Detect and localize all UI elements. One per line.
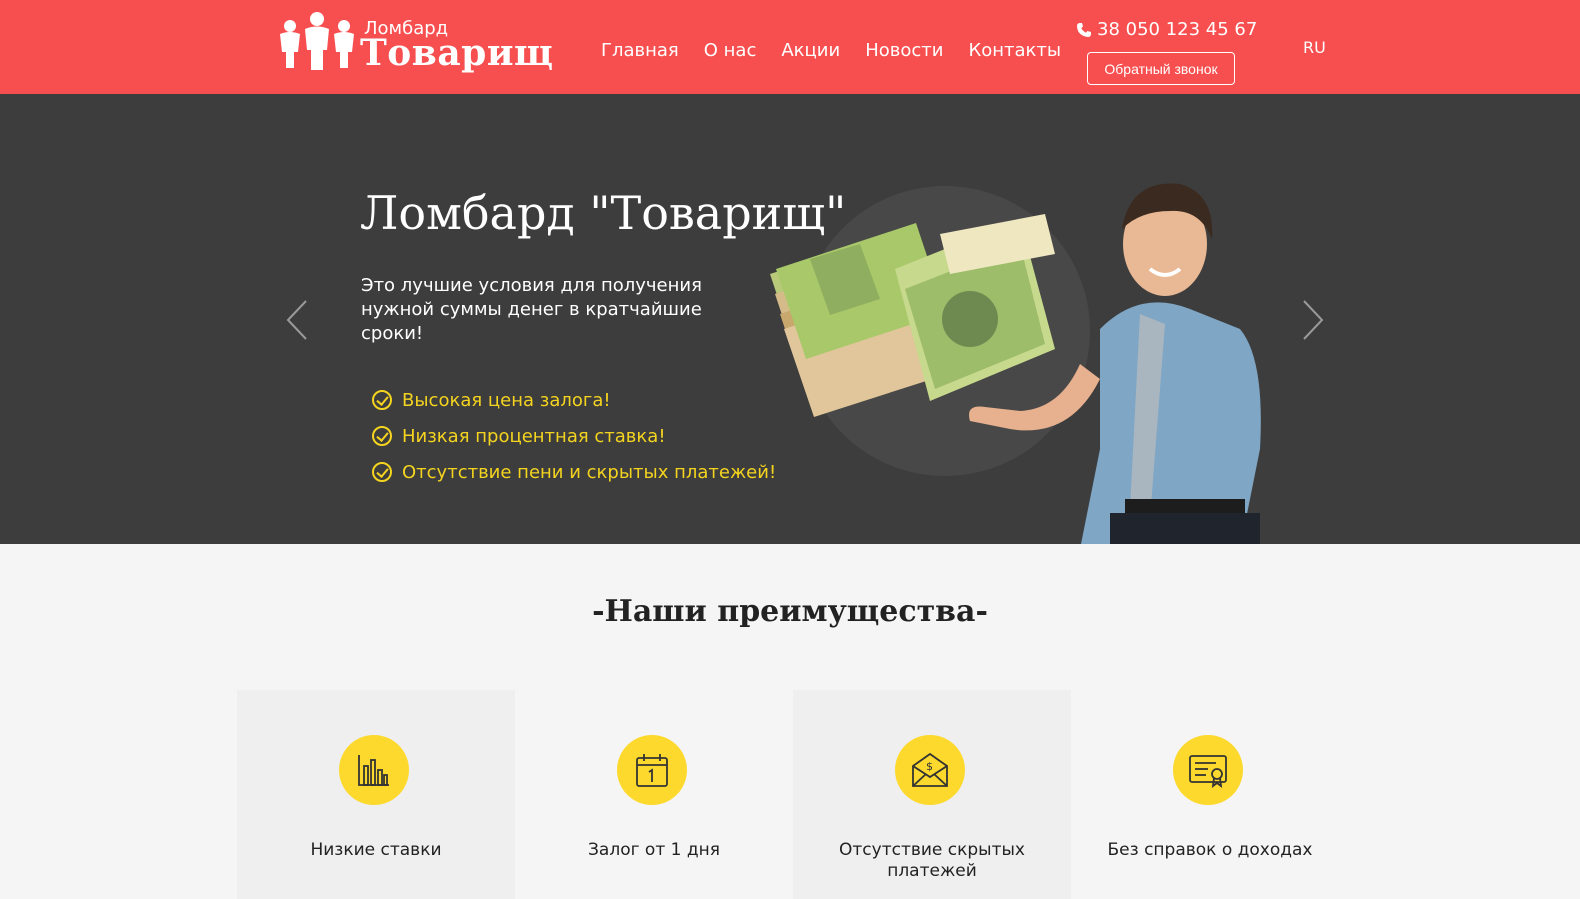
svg-text:$: $ — [926, 760, 933, 773]
benefit-item: Отсутствие пени и скрытых платежей! — [372, 454, 776, 490]
benefit-text: Низкая процентная ставка! — [402, 425, 666, 447]
phone-text: 38 050 123 45 67 — [1097, 19, 1258, 40]
advantage-card: $ Отсутствие скрытых платежей — [793, 690, 1071, 899]
check-circle-icon — [372, 390, 392, 410]
logo[interactable]: Ломбард Товарищ — [278, 10, 553, 80]
advantage-label: Низкие ставки — [310, 840, 442, 860]
people-logo-icon — [280, 12, 354, 70]
logo-big-text: Товарищ — [360, 32, 554, 74]
check-circle-icon — [372, 462, 392, 482]
advantage-label: Без справок о доходах — [1107, 840, 1313, 860]
slider-next-arrow-icon[interactable] — [1296, 299, 1326, 341]
advantage-label: Отсутствие скрытых платежей — [839, 840, 1025, 881]
site-header: Ломбард Товарищ Главная О нас Акции Ново… — [0, 0, 1580, 94]
language-switch[interactable]: RU — [1303, 38, 1326, 57]
phone-number[interactable]: 38 050 123 45 67 — [1076, 19, 1257, 40]
advantage-card: Залог от 1 дня — [515, 690, 793, 899]
benefits-list: Высокая цена залога! Низкая процентная с… — [372, 382, 776, 490]
money-envelope-icon: $ — [895, 735, 965, 805]
benefit-item: Высокая цена залога! — [372, 382, 776, 418]
nav-item-promotions[interactable]: Акции — [781, 40, 840, 61]
callback-button[interactable]: Обратный звонок — [1087, 52, 1235, 85]
hero-subtitle: Это лучшие условия для получения нужной … — [361, 275, 702, 344]
phone-icon — [1077, 22, 1091, 37]
nav-item-contacts[interactable]: Контакты — [968, 40, 1061, 61]
certificate-icon — [1173, 735, 1243, 805]
nav-item-home[interactable]: Главная — [601, 40, 679, 61]
bar-chart-icon — [339, 735, 409, 805]
benefit-item: Низкая процентная ставка! — [372, 418, 776, 454]
hero-slider: Ломбард "Товарищ" Это лучшие условия для… — [0, 94, 1580, 544]
benefit-text: Отсутствие пени и скрытых платежей! — [402, 461, 777, 483]
check-circle-icon — [372, 426, 392, 446]
benefit-text: Высокая цена залога! — [402, 389, 611, 411]
slider-prev-arrow-icon[interactable] — [284, 299, 314, 341]
nav-item-news[interactable]: Новости — [865, 40, 943, 61]
advantages-title: -Наши преимущества- — [592, 594, 988, 629]
nav-item-about[interactable]: О нас — [704, 40, 757, 61]
calendar-icon — [617, 735, 687, 805]
advantages-cards: Низкие ставки Залог от 1 дня $ Отсутстви… — [237, 690, 1349, 899]
advantage-label: Залог от 1 дня — [588, 840, 720, 860]
hero-title: Ломбард "Товарищ" — [360, 186, 847, 240]
advantage-card: Низкие ставки — [237, 690, 515, 899]
main-nav: Главная О нас Акции Новости Контакты — [601, 40, 1086, 61]
advantage-card: Без справок о доходах — [1071, 690, 1349, 899]
